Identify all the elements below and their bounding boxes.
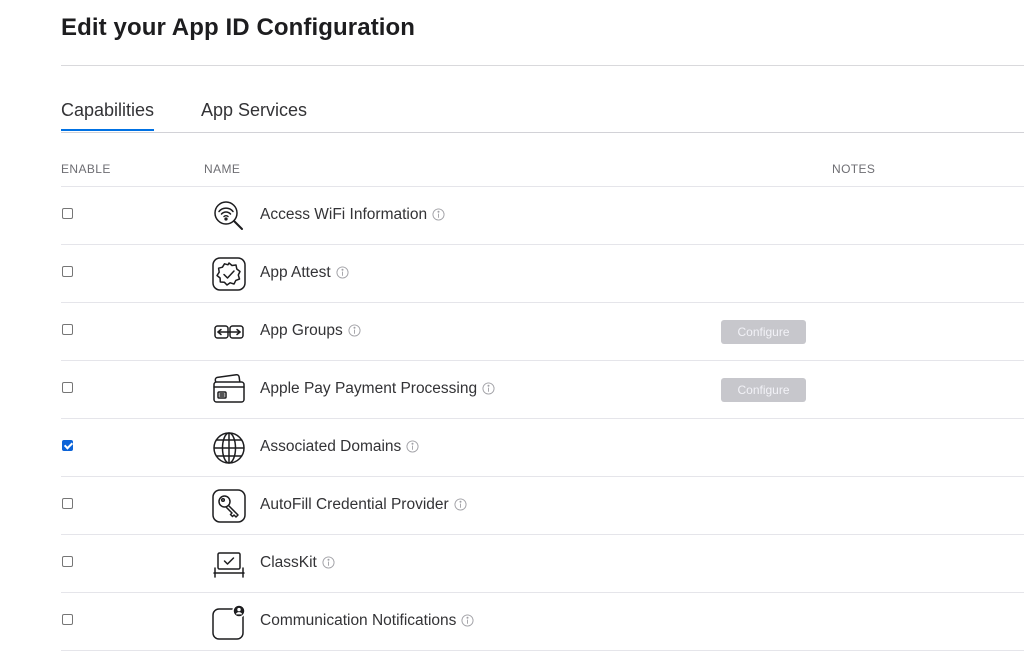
credit-card-icon [211, 372, 247, 408]
tab-app-services[interactable]: App Services [201, 100, 307, 129]
globe-icon [211, 430, 247, 466]
column-header-notes: NOTES [832, 162, 876, 176]
capability-name: App Attest [260, 264, 349, 282]
capability-row-associated-domains: Associated Domains [61, 419, 1024, 477]
enable-checkbox-app-attest[interactable] [62, 266, 73, 277]
enable-checkbox-autofill-credential-provider[interactable] [62, 498, 73, 509]
tab-capabilities[interactable]: Capabilities [61, 100, 155, 131]
capability-row-classkit: ClassKit [61, 535, 1024, 593]
column-header-enable: ENABLE [61, 162, 111, 176]
info-icon[interactable] [348, 324, 361, 337]
capability-name: AutoFill Credential Provider [260, 496, 467, 514]
info-icon[interactable] [454, 498, 467, 511]
capability-name: Associated Domains [260, 438, 419, 456]
enable-checkbox-access-wifi-information[interactable] [62, 208, 73, 219]
page-title: Edit your App ID Configuration [61, 14, 416, 41]
notification-badge-icon [211, 604, 247, 640]
info-icon[interactable] [322, 556, 335, 569]
capability-row-app-groups: App Groups Configure [61, 303, 1024, 361]
capability-row-autofill-credential-provider: AutoFill Credential Provider [61, 477, 1024, 535]
info-icon[interactable] [461, 614, 474, 627]
enable-checkbox-associated-domains[interactable] [62, 440, 73, 451]
capability-name: Apple Pay Payment Processing [260, 380, 495, 398]
wifi-search-icon [211, 198, 247, 234]
configure-button-app-groups[interactable]: Configure [721, 320, 806, 344]
configure-button-apple-pay[interactable]: Configure [721, 378, 806, 402]
enable-checkbox-communication-notifications[interactable] [62, 614, 73, 625]
capability-row-app-attest: App Attest [61, 245, 1024, 303]
app-groups-icon [211, 314, 247, 350]
capability-row-access-wifi-information: Access WiFi Information [61, 187, 1024, 245]
info-icon[interactable] [482, 382, 495, 395]
capabilities-table: Access WiFi Information App Attest App G… [61, 186, 1024, 651]
tab-bar: Capabilities App Services [61, 96, 1024, 133]
capability-name: Communication Notifications [260, 612, 474, 630]
capability-name: App Groups [260, 322, 361, 340]
column-header-name: NAME [204, 162, 241, 176]
capability-row-apple-pay: Apple Pay Payment Processing Configure [61, 361, 1024, 419]
info-icon[interactable] [432, 208, 445, 221]
capability-name: Access WiFi Information [260, 206, 445, 224]
capability-row-communication-notifications: Communication Notifications [61, 593, 1024, 651]
key-icon [211, 488, 247, 524]
badge-check-icon [211, 256, 247, 292]
enable-checkbox-app-groups[interactable] [62, 324, 73, 335]
info-icon[interactable] [336, 266, 349, 279]
info-icon[interactable] [406, 440, 419, 453]
capability-name: ClassKit [260, 554, 335, 572]
classkit-icon [211, 546, 247, 582]
enable-checkbox-apple-pay[interactable] [62, 382, 73, 393]
title-divider [61, 65, 1024, 66]
enable-checkbox-classkit[interactable] [62, 556, 73, 567]
